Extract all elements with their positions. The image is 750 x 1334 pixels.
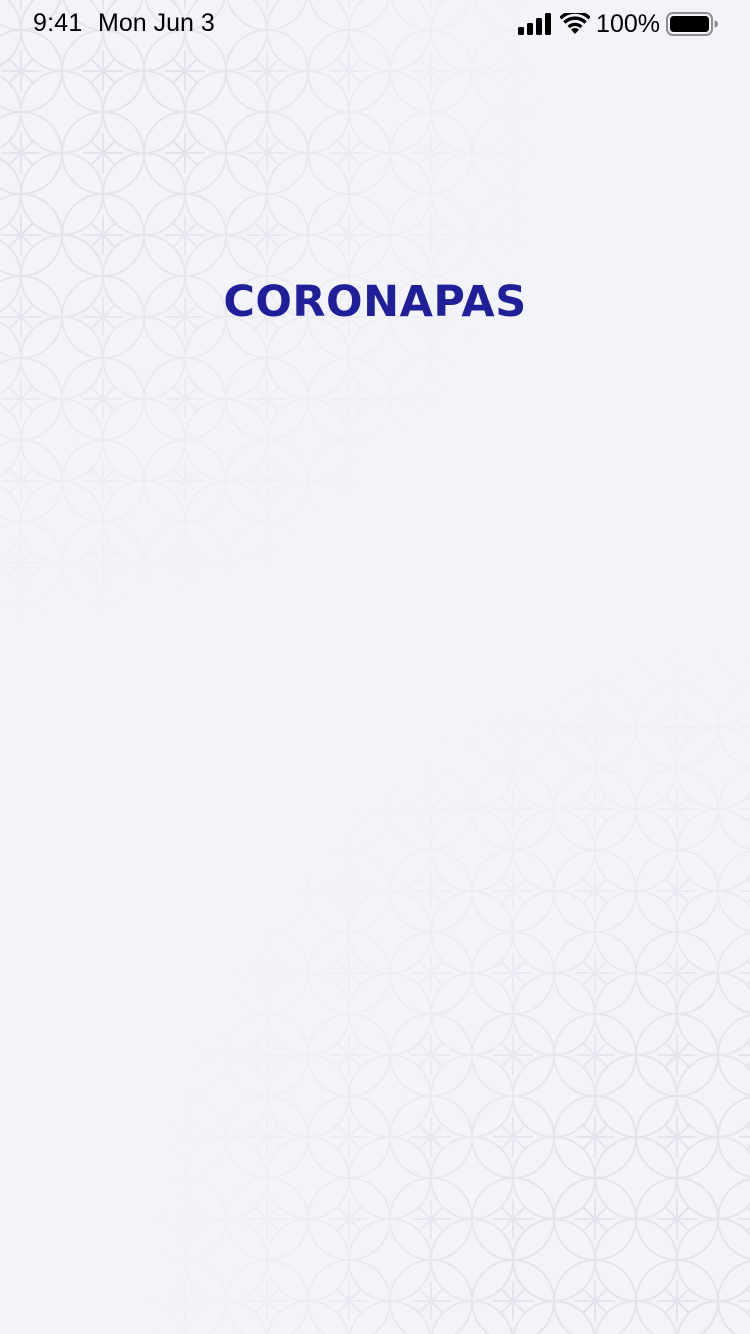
battery-icon <box>666 12 718 36</box>
cellular-signal-icon <box>518 13 552 35</box>
status-time: 9:41 <box>33 9 83 37</box>
status-date: Mon Jun 3 <box>98 9 215 37</box>
splash-screen: 9:41 Mon Jun 3 100% CORONAPAS <box>0 0 750 1334</box>
wifi-icon <box>560 13 591 34</box>
battery-percent: 100% <box>596 9 660 38</box>
status-bar: 9:41 Mon Jun 3 100% <box>0 0 750 48</box>
background-pattern-bottom <box>0 0 750 1334</box>
status-indicators: 100% <box>518 10 718 38</box>
app-title: CORONAPAS <box>223 277 527 327</box>
